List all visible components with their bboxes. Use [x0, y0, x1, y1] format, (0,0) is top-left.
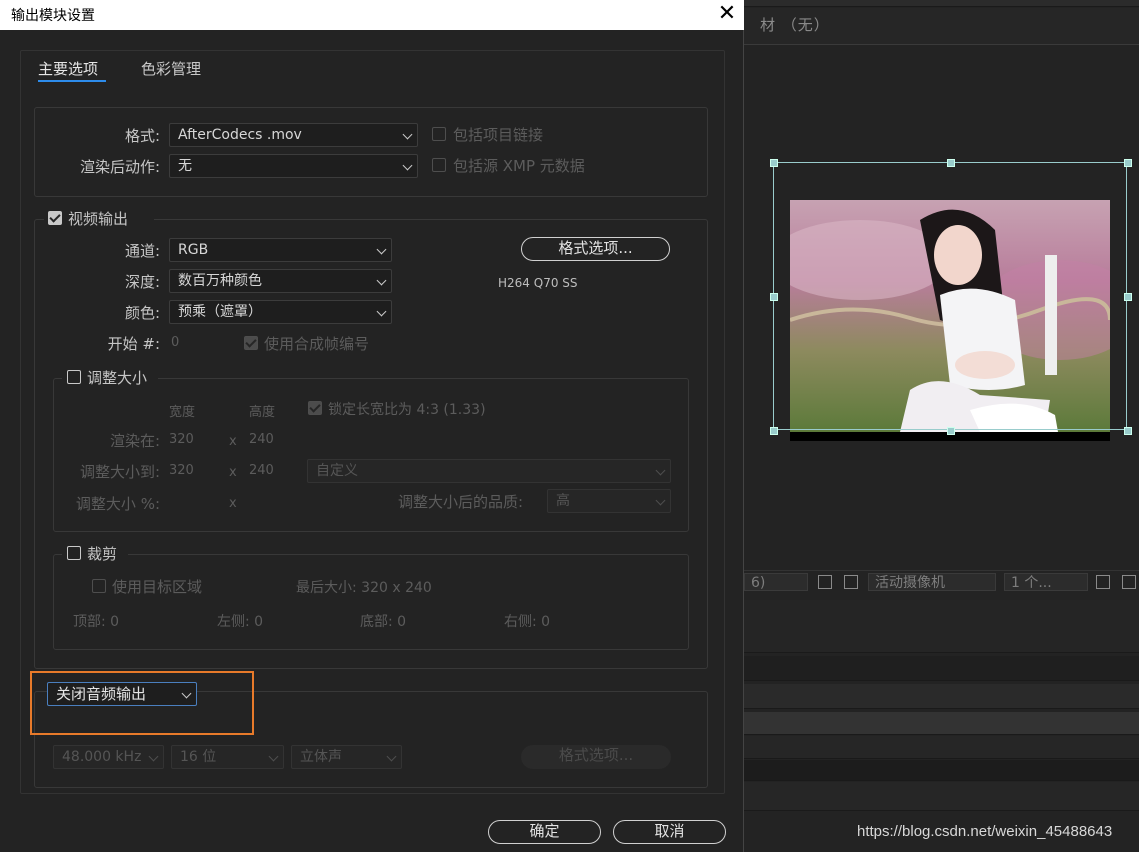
camera-select[interactable]: 活动摄像机	[868, 573, 996, 591]
tab-main-options[interactable]: 主要选项	[38, 58, 98, 79]
lock-aspect-label: 锁定长宽比为 4:3 (1.33)	[328, 402, 486, 418]
start-frame-label: 开始 #:	[107, 335, 160, 353]
use-roi-checkbox[interactable]	[92, 579, 106, 593]
resize-handle[interactable]	[1124, 293, 1132, 301]
resize-to-width[interactable]: 320	[169, 463, 194, 478]
include-xmp-checkbox[interactable]	[432, 158, 446, 172]
format-label: 格式:	[124, 127, 160, 145]
url-watermark: https://blog.csdn.net/weixin_45488643	[857, 823, 1113, 840]
crop-checkbox[interactable]	[67, 546, 81, 560]
codec-summary: H264 Q70 SS	[498, 276, 578, 290]
close-button[interactable]: ✕	[710, 0, 744, 30]
color-label: 颜色:	[124, 304, 160, 322]
resize-handle[interactable]	[770, 427, 778, 435]
dialog-title: 输出模块设置	[11, 8, 95, 24]
cancel-button[interactable]: 取消	[613, 820, 726, 844]
include-xmp-label: 包括源 XMP 元数据	[453, 157, 585, 175]
layer-bounding-box[interactable]	[770, 159, 1132, 435]
post-render-label: 渲染后动作:	[79, 158, 160, 176]
annotation-highlight-box	[30, 671, 254, 735]
viewer-toolbar: 6) 活动摄像机 1 个...	[744, 570, 1139, 595]
resize-percent-x: x	[229, 496, 237, 511]
video-format-options-button[interactable]: 格式选项...	[521, 237, 670, 261]
resize-handle[interactable]	[1124, 159, 1132, 167]
audio-sample-rate-select[interactable]: 48.000 kHz	[53, 745, 164, 769]
include-project-link-label: 包括项目链接	[453, 126, 544, 144]
resize-to-x: x	[229, 465, 237, 480]
crop-group	[53, 554, 689, 650]
use-comp-frame-checkbox[interactable]	[244, 336, 258, 350]
dialog-titlebar	[0, 0, 744, 30]
composition-panel-title: 材 （无）	[760, 16, 830, 34]
video-output-checkbox[interactable]	[48, 211, 62, 225]
active-tab-indicator	[38, 80, 106, 82]
render-at-height: 240	[249, 432, 274, 447]
render-at-width: 320	[169, 432, 194, 447]
crop-right-field[interactable]: 右侧: 0	[504, 611, 550, 631]
crop-left-field[interactable]: 左侧: 0	[217, 611, 263, 631]
export-frame-icon[interactable]	[1122, 575, 1136, 589]
channels-label: 通道:	[124, 242, 160, 260]
format-select[interactable]: AfterCodecs .mov	[169, 123, 418, 147]
start-frame-value[interactable]: 0	[171, 335, 179, 350]
crop-label: 裁剪	[87, 545, 118, 563]
crop-bottom-field[interactable]: 底部: 0	[360, 611, 406, 631]
transparency-grid-icon[interactable]	[844, 575, 858, 589]
views-select[interactable]: 1 个...	[1004, 573, 1088, 591]
close-icon: ✕	[717, 1, 737, 26]
resize-to-label: 调整大小到:	[79, 463, 160, 481]
ok-button[interactable]: 确定	[488, 820, 601, 844]
render-at-x: x	[229, 434, 237, 449]
final-size-label: 最后大小: 320 x 240	[296, 580, 432, 596]
resize-quality-label: 调整大小后的品质:	[398, 493, 524, 511]
resize-handle[interactable]	[1124, 427, 1132, 435]
resize-handle[interactable]	[947, 159, 955, 167]
resolution-select[interactable]: 6)	[744, 573, 808, 591]
include-project-link-checkbox[interactable]	[432, 127, 446, 141]
resize-handle[interactable]	[770, 159, 778, 167]
resize-checkbox[interactable]	[67, 370, 81, 384]
crop-top-field[interactable]: 顶部: 0	[73, 611, 119, 631]
height-column-label: 高度	[249, 405, 276, 420]
resize-quality-select[interactable]: 高	[547, 489, 671, 513]
color-select[interactable]: 预乘（遮罩）	[169, 300, 392, 324]
use-comp-frame-label: 使用合成帧编号	[264, 335, 370, 353]
render-at-label: 渲染在:	[109, 432, 160, 450]
resize-to-height[interactable]: 240	[249, 463, 274, 478]
use-roi-label: 使用目标区域	[112, 578, 203, 596]
resize-label: 调整大小	[87, 369, 148, 387]
output-module-settings-dialog: 输出模块设置 ✕ 主要选项 色彩管理 格式: AfterCodecs .mov …	[0, 0, 744, 852]
post-render-select[interactable]: 无	[169, 154, 418, 178]
video-output-label: 视频输出	[68, 210, 129, 228]
lock-aspect-checkbox[interactable]	[308, 401, 322, 415]
audio-bit-depth-select[interactable]: 16 位	[171, 745, 284, 769]
audio-channels-select[interactable]: 立体声	[291, 745, 402, 769]
depth-label: 深度:	[124, 273, 160, 291]
resize-preset-select[interactable]: 自定义	[307, 459, 671, 483]
depth-select[interactable]: 数百万种颜色	[169, 269, 392, 293]
roi-icon[interactable]	[818, 575, 832, 589]
view-options-icon[interactable]	[1096, 575, 1110, 589]
audio-format-options-button[interactable]: 格式选项...	[521, 745, 671, 769]
resize-percent-label: 调整大小 %:	[75, 495, 160, 513]
tab-color-management[interactable]: 色彩管理	[141, 58, 201, 79]
width-column-label: 宽度	[169, 405, 196, 420]
format-group	[34, 107, 708, 197]
resize-handle[interactable]	[947, 427, 955, 435]
channels-select[interactable]: RGB	[169, 238, 392, 262]
resize-handle[interactable]	[770, 293, 778, 301]
